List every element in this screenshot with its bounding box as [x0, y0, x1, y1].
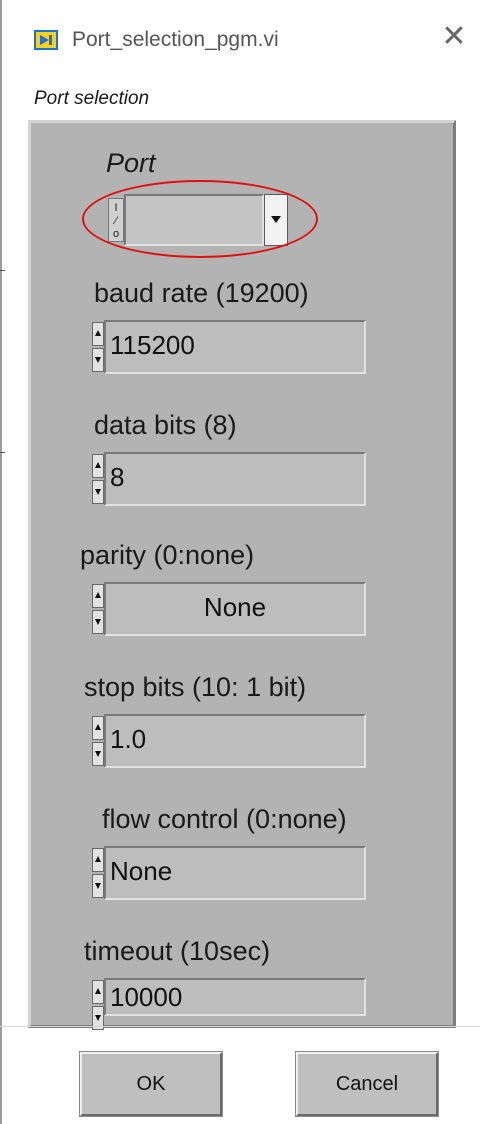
stop-bits-spinner[interactable]	[92, 716, 104, 766]
decrement-arrow-icon[interactable]	[92, 348, 104, 372]
increment-arrow-icon[interactable]	[92, 454, 104, 478]
increment-arrow-icon[interactable]	[92, 716, 104, 740]
parity-spinner[interactable]	[92, 584, 104, 634]
stop-bits-field[interactable]: 1.0	[104, 714, 366, 768]
cancel-button[interactable]: Cancel	[296, 1052, 438, 1116]
edge-tick	[0, 452, 5, 453]
title-bar: Port_selection_pgm.vi ✕	[0, 0, 480, 80]
flow-control-field[interactable]: None	[104, 846, 366, 900]
window-title: Port_selection_pgm.vi	[72, 28, 279, 51]
data-bits-field[interactable]: 8	[104, 452, 366, 506]
data-bits-spinner[interactable]	[92, 454, 104, 504]
timeout-field[interactable]: 10000	[104, 978, 366, 1016]
decrement-arrow-icon[interactable]	[92, 874, 104, 898]
close-button[interactable]: ✕	[438, 22, 470, 54]
port-select[interactable]	[124, 194, 264, 246]
increment-arrow-icon[interactable]	[92, 980, 104, 1004]
decrement-arrow-icon[interactable]	[92, 480, 104, 504]
flow-control-label: flow control (0:none)	[102, 804, 347, 834]
io-icon: I ⁄ o	[108, 198, 124, 242]
labview-vi-icon	[34, 30, 58, 50]
increment-arrow-icon[interactable]	[92, 584, 104, 608]
divider	[0, 1026, 480, 1027]
timeout-label: timeout (10sec)	[84, 936, 271, 966]
edge-tick	[0, 270, 5, 271]
flow-control-spinner[interactable]	[92, 848, 104, 898]
decrement-arrow-icon[interactable]	[92, 742, 104, 766]
data-bits-label: data bits (8)	[94, 410, 237, 440]
window-left-edge	[0, 0, 2, 1124]
chevron-down-icon[interactable]	[264, 194, 288, 246]
port-label: Port	[106, 148, 156, 178]
ok-button[interactable]: OK	[80, 1052, 222, 1116]
io-glyph: I ⁄ o	[112, 202, 120, 240]
panel-caption: Port selection	[34, 88, 150, 109]
baud-rate-spinner[interactable]	[92, 322, 104, 372]
decrement-arrow-icon[interactable]	[92, 610, 104, 634]
close-icon: ✕	[441, 20, 467, 53]
stop-bits-label: stop bits (10: 1 bit)	[84, 672, 307, 702]
baud-rate-label: baud rate (19200)	[94, 278, 309, 308]
increment-arrow-icon[interactable]	[92, 322, 104, 346]
parity-label: parity (0:none)	[80, 540, 255, 570]
baud-rate-field[interactable]: 115200	[104, 320, 366, 374]
parity-ring[interactable]: None	[104, 582, 366, 636]
increment-arrow-icon[interactable]	[92, 848, 104, 872]
timeout-spinner[interactable]	[92, 980, 104, 1030]
